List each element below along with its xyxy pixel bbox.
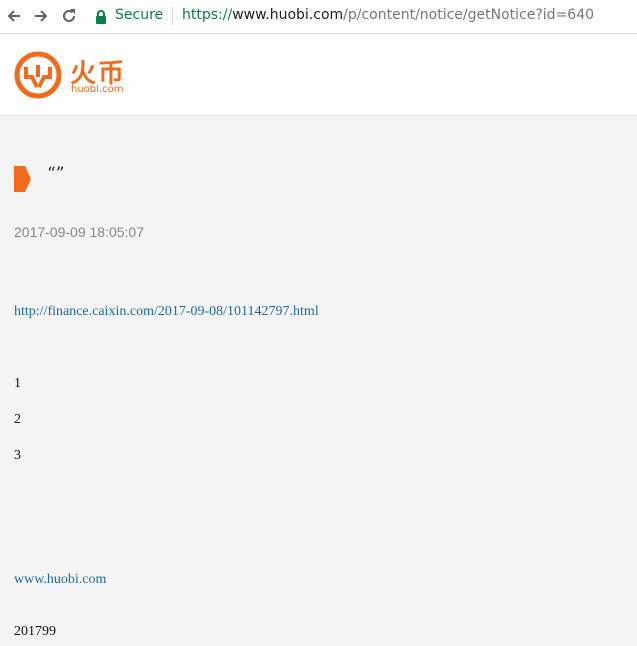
title-marker-icon — [14, 166, 32, 192]
footer-text: 201799 — [14, 624, 56, 639]
list-item: 2 — [14, 412, 21, 427]
url-host: www.huobi.com — [232, 7, 344, 23]
huobi-logo-mark-icon — [14, 51, 62, 99]
secure-label: Secure — [115, 7, 164, 23]
lock-icon — [95, 9, 109, 24]
back-arrow-icon[interactable] — [4, 6, 24, 26]
browser-toolbar: Secure https://www.huobi.com/p/content/n… — [0, 0, 637, 34]
address-divider — [172, 7, 173, 25]
list-item: 1 — [14, 376, 21, 391]
article-date: 2017-09-09 18:05:07 — [14, 224, 144, 240]
list-item: 3 — [14, 448, 21, 463]
url-text[interactable]: https://www.huobi.com/p/content/notice/g… — [182, 7, 594, 23]
article-title: “” — [47, 164, 65, 184]
site-link[interactable]: www.huobi.com — [14, 572, 106, 588]
address-bar[interactable]: Secure https://www.huobi.com/p/content/n… — [87, 3, 633, 29]
source-link[interactable]: http://finance.caixin.com/2017-09-08/101… — [14, 304, 319, 320]
huobi-logo[interactable]: 火币 huobi.com — [14, 51, 134, 101]
forward-arrow-icon[interactable] — [31, 6, 51, 26]
url-path: /p/content/notice/getNotice?id=640 — [343, 7, 595, 23]
reload-icon[interactable] — [59, 6, 79, 26]
site-header: 火币 huobi.com — [0, 34, 637, 116]
logo-domain-text: huobi.com — [71, 84, 124, 95]
url-scheme: https:// — [182, 7, 233, 23]
